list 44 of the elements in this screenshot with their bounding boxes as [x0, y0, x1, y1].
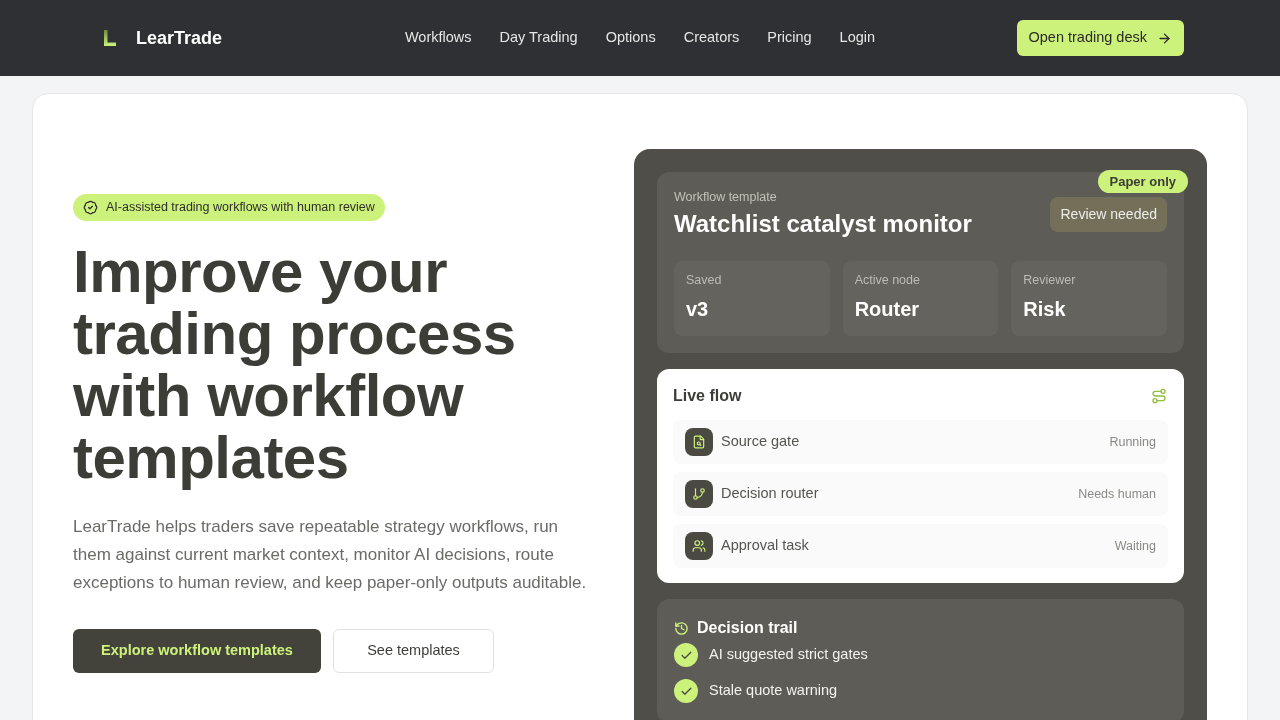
- stat-label: Saved: [686, 272, 723, 288]
- badge-check-icon: [83, 200, 98, 215]
- review-status-tag: Review needed: [1050, 197, 1167, 232]
- nav-link[interactable]: Login: [839, 27, 876, 49]
- stat-value: v3: [686, 297, 710, 322]
- trail-title: Decision trail: [697, 618, 798, 638]
- route-icon: [1151, 388, 1167, 404]
- nav-link[interactable]: Options: [605, 27, 656, 49]
- live-flow-title: Live flow: [673, 386, 742, 406]
- nav-link[interactable]: Day Trading: [499, 27, 578, 49]
- step-name: Approval task: [721, 536, 809, 556]
- step-status: Needs human: [1078, 485, 1156, 503]
- hero-description: LearTrade helps traders save repeatable strategy workflows, run them against current market context, monitor AI decisions, route exceptions to human review, and keep paper-only outputs auditable.: [73, 516, 588, 594]
- logo-icon: [104, 30, 116, 46]
- flow-step-row[interactable]: Decision router Needs human: [673, 472, 1168, 516]
- trail-entry: AI suggested strict gates: [709, 645, 868, 665]
- file-search-icon: [685, 428, 713, 456]
- paper-only-tag: Paper only: [1097, 170, 1188, 193]
- brand-name: LearTrade: [136, 26, 223, 50]
- flow-step-row[interactable]: Approval task Waiting: [673, 524, 1168, 568]
- step-name: Source gate: [721, 432, 800, 452]
- step-status: Waiting: [1114, 537, 1156, 555]
- card-eyebrow: Workflow template: [674, 189, 778, 205]
- arrow-right-icon: [1157, 30, 1172, 46]
- tag-text: AI-assisted trading workflows with human review: [106, 199, 375, 217]
- users-icon: [685, 532, 713, 560]
- hero-heading: Improve your trading process with workflow templates: [73, 241, 517, 489]
- nav-link[interactable]: Pricing: [767, 27, 812, 49]
- trail-entry: Stale quote warning: [709, 681, 838, 701]
- open-desk-button[interactable]: Open trading desk: [1016, 20, 1184, 56]
- stat-label: Active node: [854, 272, 921, 288]
- step-name: Decision router: [721, 484, 819, 504]
- history-icon: [674, 620, 689, 636]
- nav-link[interactable]: Creators: [683, 27, 740, 49]
- stat-value: Router: [854, 297, 921, 322]
- card-title: Watchlist catalyst monitor: [674, 209, 972, 239]
- flow-step-row[interactable]: Source gate Running: [673, 420, 1168, 464]
- branch-icon: [685, 480, 713, 508]
- stat-label: Reviewer: [1023, 272, 1077, 288]
- see-templates-button[interactable]: See templates: [333, 629, 494, 673]
- stat-value: Risk: [1023, 297, 1067, 322]
- nav-link[interactable]: Workflows: [404, 27, 472, 49]
- explore-templates-button[interactable]: Explore workflow templates: [73, 629, 321, 673]
- step-status: Running: [1109, 433, 1156, 451]
